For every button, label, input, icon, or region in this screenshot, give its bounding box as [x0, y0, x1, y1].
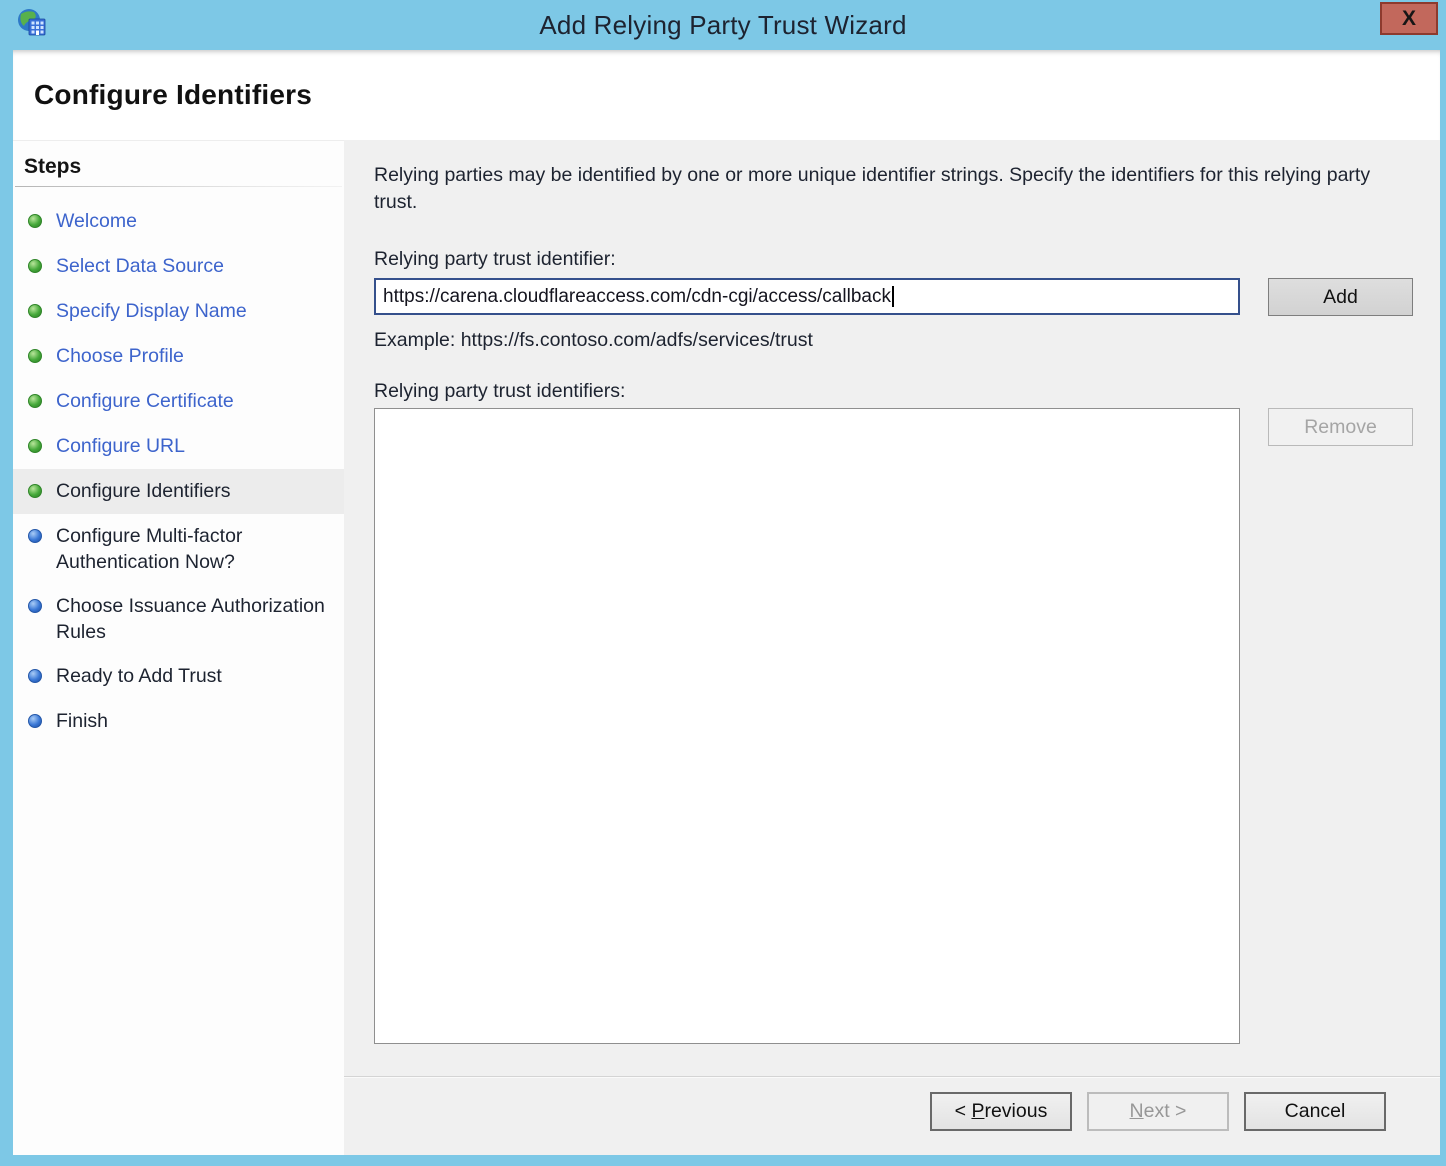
footer-button-bar: < Previous Next > Cancel	[374, 1078, 1413, 1155]
previous-button[interactable]: < Previous	[930, 1092, 1072, 1131]
step-done-icon	[28, 484, 42, 498]
close-button[interactable]: X	[1380, 2, 1438, 35]
step-label: Finish	[56, 708, 108, 734]
wizard-window: Add Relying Party Trust Wizard X Configu…	[0, 0, 1446, 1166]
step-pending-icon	[28, 714, 42, 728]
step-done-icon	[28, 214, 42, 228]
steps-separator	[15, 186, 342, 187]
intro-text: Relying parties may be identified by one…	[374, 162, 1413, 216]
step-label: Ready to Add Trust	[56, 663, 222, 689]
step-label: Choose Issuance Authorization Rules	[56, 593, 334, 645]
step-label: Configure Multi-factor Authentication No…	[56, 523, 334, 575]
sidebar-item-select-data-source: Select Data Source	[13, 244, 344, 289]
step-label: Configure Identifiers	[56, 478, 231, 504]
steps-heading: Steps	[24, 155, 344, 179]
steps-list: Welcome Select Data Source Specify Display…	[13, 199, 344, 744]
step-label: Welcome	[56, 208, 137, 234]
sidebar-item-finish: Finish	[13, 699, 344, 744]
close-icon: X	[1402, 8, 1416, 29]
step-pending-icon	[28, 669, 42, 683]
sidebar-item-configure-certificate: Configure Certificate	[13, 379, 344, 424]
step-done-icon	[28, 349, 42, 363]
step-label: Select Data Source	[56, 253, 224, 279]
sidebar-item-choose-profile: Choose Profile	[13, 334, 344, 379]
step-pending-icon	[28, 529, 42, 543]
step-pending-icon	[28, 599, 42, 613]
page-title: Configure Identifiers	[34, 79, 312, 111]
step-done-icon	[28, 394, 42, 408]
sidebar-item-ready-to-add-trust: Ready to Add Trust	[13, 654, 344, 699]
identifier-input[interactable]: https://carena.cloudflareaccess.com/cdn-…	[374, 278, 1240, 315]
identifiers-listbox[interactable]	[374, 408, 1240, 1044]
identifier-input-value: https://carena.cloudflareaccess.com/cdn-…	[383, 286, 891, 308]
title-bar: Add Relying Party Trust Wizard X	[0, 0, 1446, 50]
next-button[interactable]: Next >	[1087, 1092, 1229, 1131]
step-label: Configure URL	[56, 433, 185, 459]
cancel-button[interactable]: Cancel	[1244, 1092, 1386, 1131]
step-done-icon	[28, 259, 42, 273]
step-label: Specify Display Name	[56, 298, 247, 324]
sidebar-item-configure-multi-factor-authentication-now: Configure Multi-factor Authentication No…	[13, 514, 344, 584]
sidebar-item-welcome: Welcome	[13, 199, 344, 244]
identifier-field-label: Relying party trust identifier:	[374, 248, 1413, 271]
sidebar-item-specify-display-name: Specify Display Name	[13, 289, 344, 334]
window-title: Add Relying Party Trust Wizard	[0, 10, 1446, 41]
remove-button[interactable]: Remove	[1268, 408, 1413, 446]
step-label: Configure Certificate	[56, 388, 234, 414]
step-done-icon	[28, 439, 42, 453]
step-done-icon	[28, 304, 42, 318]
step-label: Choose Profile	[56, 343, 184, 369]
example-text: Example: https://fs.contoso.com/adfs/ser…	[374, 329, 1413, 352]
sidebar-item-configure-identifiers: Configure Identifiers	[13, 469, 344, 514]
wizard-body: Configure Identifiers Steps Welcome Selec…	[13, 50, 1440, 1155]
identifiers-list-label: Relying party trust identifiers:	[374, 380, 1413, 403]
sidebar-item-choose-issuance-authorization-rules: Choose Issuance Authorization Rules	[13, 584, 344, 654]
add-button[interactable]: Add	[1268, 278, 1413, 316]
sidebar-item-configure-url: Configure URL	[13, 424, 344, 469]
text-caret	[892, 286, 894, 307]
page-header: Configure Identifiers	[13, 50, 1440, 140]
main-panel: Relying parties may be identified by one…	[344, 140, 1440, 1155]
steps-sidebar: Steps Welcome Select Data Source Specify D…	[13, 140, 344, 1155]
